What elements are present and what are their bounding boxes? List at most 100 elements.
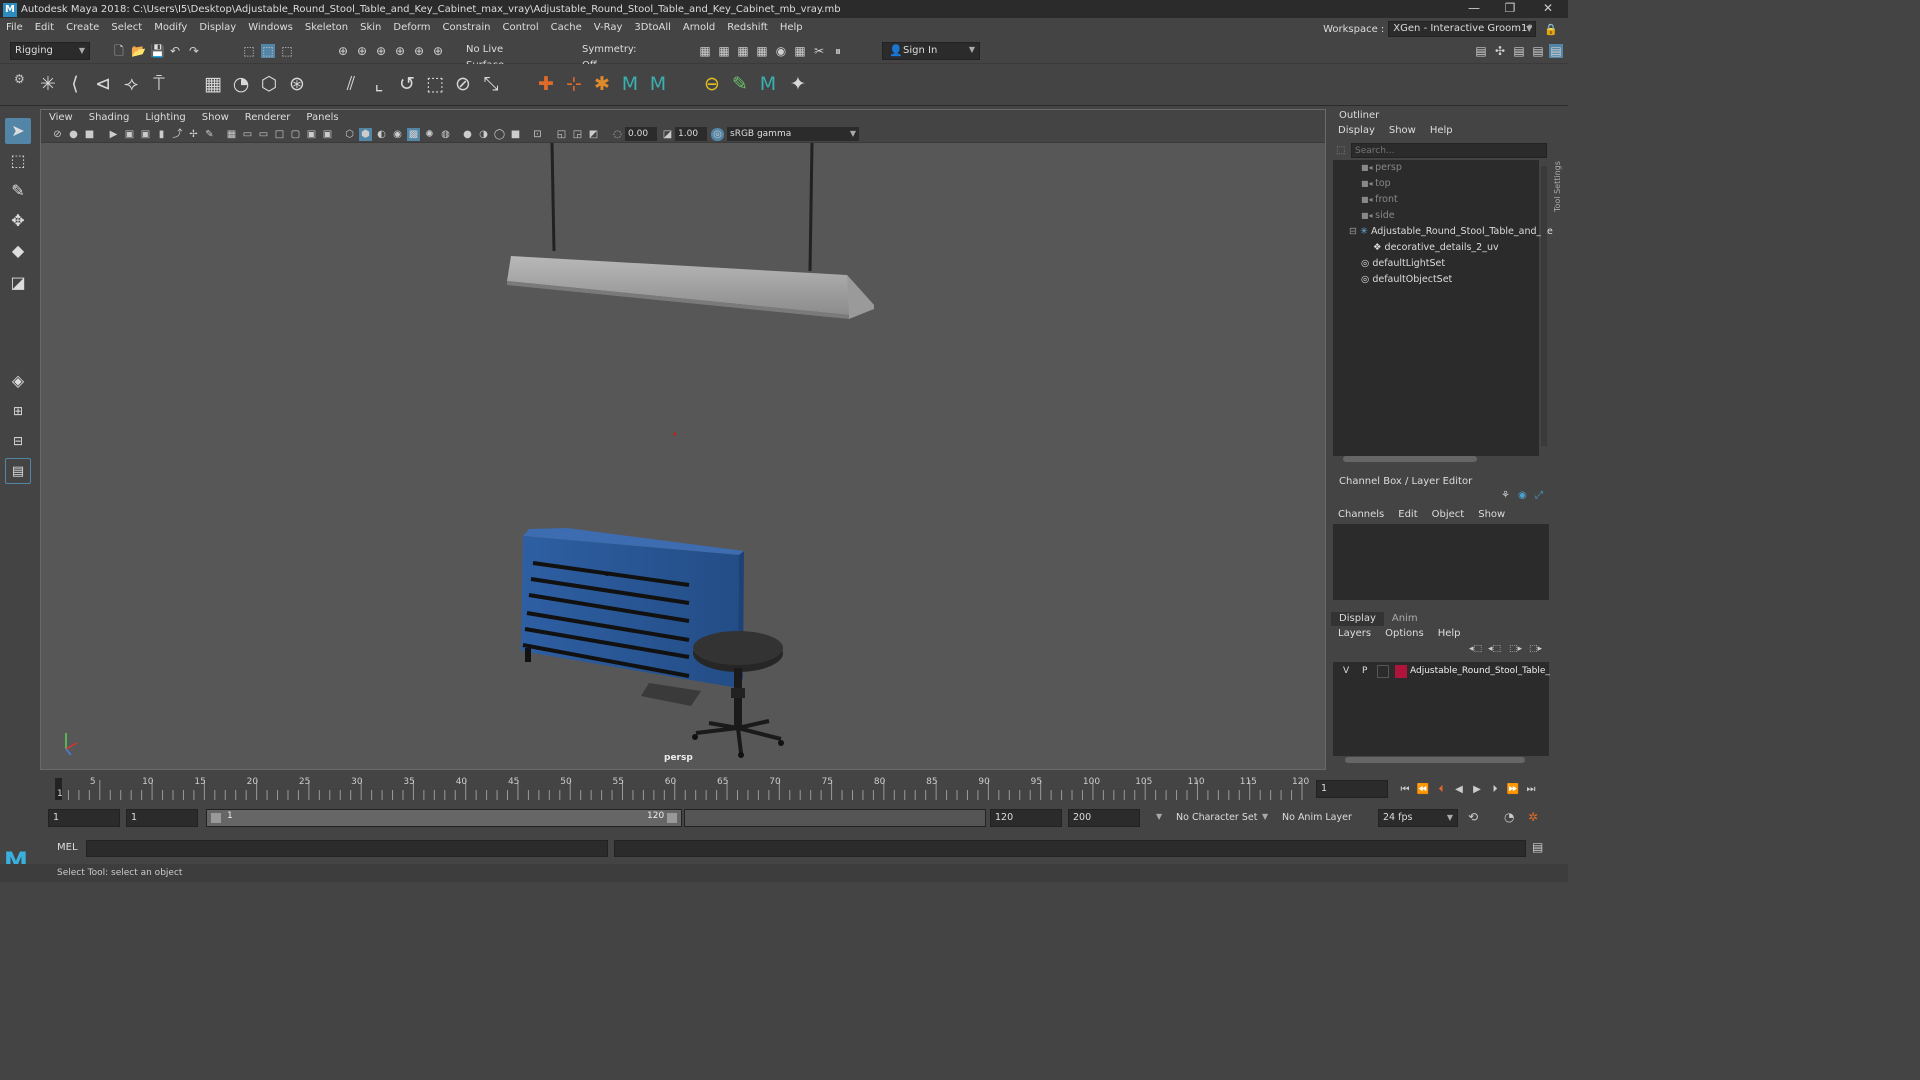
attribute-editor-icon[interactable]: ▤ bbox=[1512, 44, 1526, 58]
render-settings-icon[interactable]: ▦ bbox=[755, 44, 769, 58]
wireframe-on-shaded-icon[interactable]: ⬡ bbox=[343, 128, 356, 141]
menu-control[interactable]: Control bbox=[496, 18, 544, 38]
range-start-handle[interactable] bbox=[211, 813, 221, 823]
bookmark-icon[interactable]: ■ bbox=[83, 128, 96, 141]
ik-spline-icon[interactable]: ⊲ bbox=[91, 72, 115, 96]
component-editor-icon[interactable]: ✎ bbox=[728, 72, 752, 96]
wrap-deformer-icon[interactable]: M bbox=[646, 72, 670, 96]
redo-icon[interactable]: ↷ bbox=[187, 44, 201, 58]
gate-mask-icon[interactable]: ▮ bbox=[155, 128, 168, 141]
safe-action-icon[interactable]: ✢ bbox=[187, 128, 200, 141]
live-surface-field[interactable]: No Live Surface bbox=[462, 42, 542, 71]
chevron-down-icon[interactable]: ▼ bbox=[1156, 812, 1162, 821]
layer-color-swatch[interactable] bbox=[1395, 665, 1407, 678]
character-controls-icon[interactable]: ✣ bbox=[1493, 44, 1507, 58]
layer-type-toggle[interactable] bbox=[1377, 665, 1389, 678]
pole-vector-icon[interactable]: ⤡ bbox=[479, 72, 503, 96]
select-hierarchy-icon[interactable]: ⬚ bbox=[242, 44, 256, 58]
film-gate-icon[interactable]: ▣ bbox=[123, 128, 136, 141]
play-forward-icon[interactable]: ▶ bbox=[1468, 784, 1486, 795]
rotate-tool-icon[interactable]: ◆ bbox=[5, 238, 31, 264]
outliner-item-group[interactable]: ⊟ ✳ Adjustable_Round_Stool_Table_and_Ke bbox=[1349, 224, 1553, 240]
outliner-item-lightset[interactable]: ◎ defaultLightSet bbox=[1361, 256, 1445, 272]
menu-display[interactable]: Display bbox=[193, 18, 242, 38]
outliner-menu-display[interactable]: Display bbox=[1331, 124, 1382, 138]
fps-dropdown[interactable]: 24 fps ▼ bbox=[1378, 809, 1458, 827]
orient-constraint-icon[interactable]: ↺ bbox=[395, 72, 419, 96]
menu-skeleton[interactable]: Skeleton bbox=[299, 18, 354, 38]
command-input[interactable] bbox=[86, 840, 608, 857]
outliner-item-persp[interactable]: ■◂ persp bbox=[1361, 160, 1402, 176]
layer-visibility-toggle[interactable]: V bbox=[1343, 666, 1349, 676]
step-back-frame-icon[interactable]: ⏴ bbox=[1432, 784, 1450, 795]
menu-constrain[interactable]: Constrain bbox=[437, 18, 497, 38]
cb-menu-edit[interactable]: Edit bbox=[1391, 508, 1424, 522]
move-layer-down-icon[interactable]: ◂⬚ bbox=[1488, 644, 1501, 654]
vray-render-icon[interactable]: ▦ bbox=[793, 44, 807, 58]
workspace-dropdown[interactable]: XGen - Interactive Groom1* ▼ bbox=[1388, 21, 1537, 37]
menuset-dropdown[interactable]: Rigging ▼ bbox=[10, 42, 90, 60]
four-pane-icon[interactable]: ⊞ bbox=[5, 398, 31, 424]
snap-curve-icon[interactable]: ⊕ bbox=[355, 44, 369, 58]
outliner-hscrollbar[interactable] bbox=[1343, 456, 1477, 462]
tool-settings-icon[interactable]: ▤ bbox=[1531, 44, 1545, 58]
outliner-vscrollbar[interactable] bbox=[1541, 166, 1547, 446]
key-cabinet-model[interactable] bbox=[521, 528, 744, 706]
range-end-handle[interactable] bbox=[667, 813, 677, 823]
go-to-end-icon[interactable]: ⏭ bbox=[1522, 784, 1540, 795]
outliner-item-objectset[interactable]: ◎ defaultObjectSet bbox=[1361, 272, 1452, 288]
shelf-settings-icon[interactable]: ⚙ bbox=[14, 72, 25, 86]
ipr-render-icon[interactable]: ▦ bbox=[736, 44, 750, 58]
loop-icon[interactable]: ⟲ bbox=[1468, 810, 1478, 824]
gamma-icon[interactable]: ◪ bbox=[661, 128, 674, 141]
lasso-tool-icon[interactable]: ⬚ bbox=[5, 148, 31, 174]
character-set-dropdown[interactable]: No Character Set bbox=[1176, 812, 1257, 823]
end-time-field[interactable]: 200 bbox=[1068, 809, 1140, 827]
bind-skin-icon[interactable]: ▦ bbox=[201, 72, 225, 96]
select-tool-icon[interactable]: ➤ bbox=[5, 118, 31, 144]
chevron-down-icon[interactable]: ▼ bbox=[1262, 812, 1268, 821]
snap-view-icon[interactable]: ⊕ bbox=[393, 44, 407, 58]
flat-shade-icon[interactable]: □ bbox=[273, 128, 286, 141]
filter-icon[interactable]: ⬚ bbox=[1336, 145, 1345, 156]
tab-display[interactable]: Display bbox=[1331, 612, 1384, 626]
channelbox-icon[interactable]: ⚘ bbox=[1501, 490, 1510, 501]
xray-joints-icon[interactable]: ◉ bbox=[391, 128, 404, 141]
vp-menu-renderer[interactable]: Renderer bbox=[237, 110, 299, 126]
command-mode-label[interactable]: MEL bbox=[57, 842, 78, 853]
cb-menu-object[interactable]: Object bbox=[1425, 508, 1472, 522]
time-slider[interactable]: 5 10 15 20 25 30 35 40 45 50 55 60 65 70 75 80 85 90 95 100… bbox=[40, 772, 1314, 802]
attribute-icon[interactable]: ⤢ bbox=[1535, 490, 1543, 501]
resolution-gate-icon[interactable]: ▣ bbox=[139, 128, 152, 141]
joint-locator-icon[interactable]: ⊹ bbox=[562, 72, 586, 96]
orient-joint-icon[interactable]: ⍑ bbox=[147, 72, 171, 96]
motion-blur-icon[interactable]: ● bbox=[461, 128, 474, 141]
scale-constraint-icon[interactable]: ⬚ bbox=[423, 72, 447, 96]
exposure-field[interactable]: 0.00 bbox=[625, 127, 657, 141]
modeling-toolkit-icon[interactable]: ▤ bbox=[1474, 44, 1488, 58]
outliner-layout-icon[interactable]: ▤ bbox=[5, 458, 31, 484]
camera-lock-icon[interactable]: ● bbox=[67, 128, 80, 141]
component-display-icon[interactable]: ⊡ bbox=[531, 128, 544, 141]
parent-constraint-icon[interactable]: ⫽ bbox=[339, 72, 363, 96]
playback-end-field[interactable]: 120 bbox=[990, 809, 1062, 827]
menu-help[interactable]: Help bbox=[774, 18, 809, 38]
image-plane-icon[interactable]: ▶ bbox=[107, 128, 120, 141]
isolate-select-icon[interactable]: ■ bbox=[509, 128, 522, 141]
vp-menu-view[interactable]: View bbox=[41, 110, 81, 126]
menu-create[interactable]: Create bbox=[60, 18, 105, 38]
blend-shape-icon[interactable]: M bbox=[618, 72, 642, 96]
outliner-item-top[interactable]: ■◂ top bbox=[1361, 176, 1391, 192]
menu-arnold[interactable]: Arnold bbox=[677, 18, 721, 38]
menu-select[interactable]: Select bbox=[105, 18, 148, 38]
menu-cache[interactable]: Cache bbox=[545, 18, 588, 38]
play-backward-icon[interactable]: ◀ bbox=[1450, 784, 1468, 795]
layer-hscrollbar[interactable] bbox=[1345, 757, 1525, 763]
grid-toggle-icon[interactable]: ▦ bbox=[225, 128, 238, 141]
layer-menu-options[interactable]: Options bbox=[1378, 627, 1431, 641]
outliner-menu-show[interactable]: Show bbox=[1382, 124, 1423, 138]
layer-row[interactable]: V P Adjustable_Round_Stool_Table_ bbox=[1333, 664, 1550, 680]
restore-button[interactable]: ❐ bbox=[1492, 0, 1528, 18]
xray-icon[interactable]: ◐ bbox=[375, 128, 388, 141]
tool-settings-tab[interactable]: Tool Settings bbox=[1553, 112, 1567, 212]
